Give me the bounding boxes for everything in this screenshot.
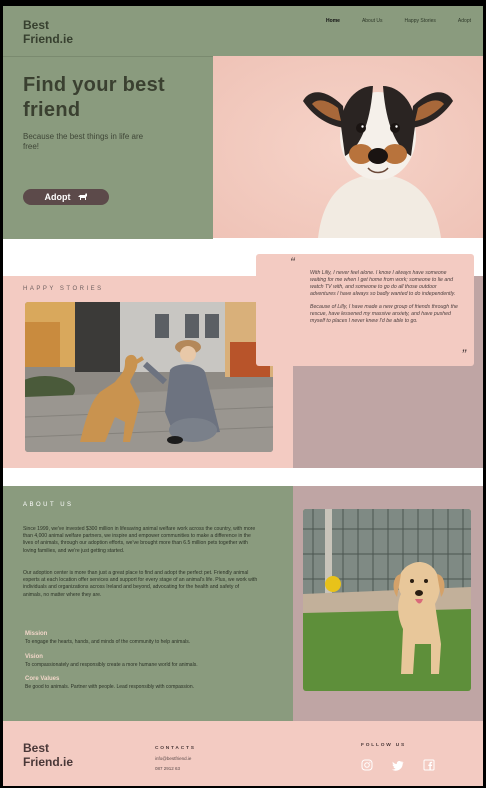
twitter-icon[interactable] xyxy=(392,759,404,771)
nav-adopt[interactable]: Adopt xyxy=(458,18,471,24)
nav-happy-stories[interactable]: Happy Stories xyxy=(405,18,436,24)
close-quote-icon: ” xyxy=(461,346,466,362)
hero-section: Find your best friend Because the best t… xyxy=(3,56,213,239)
core-values-text: Be good to animals. Partner with people.… xyxy=(25,684,194,690)
testimonial-card: “ With Lilly, I never feel alone. I know… xyxy=(256,254,474,366)
logo[interactable]: Best Friend.ie xyxy=(23,18,73,46)
terrier-dog-photo xyxy=(213,56,483,238)
hero-subtitle: Because the best things in life are free… xyxy=(23,132,144,151)
footer-logo[interactable]: Best Friend.ie xyxy=(23,741,73,769)
woman-high-five-dog-photo xyxy=(25,302,273,452)
testimonial-paragraph-2: Because of Lilly, I have made a new grou… xyxy=(310,304,458,324)
contact-phone[interactable]: 087 2912 63 xyxy=(155,766,180,771)
core-values-heading: Core Values xyxy=(25,676,60,682)
core-values-block: Core Values Be good to animals. Partner … xyxy=(25,676,265,690)
facebook-icon[interactable] xyxy=(423,759,435,771)
contact-email[interactable]: info@bestfriend.ie xyxy=(155,756,191,761)
mission-heading: Mission xyxy=(25,631,48,637)
golden-retriever-photo xyxy=(303,509,471,691)
contacts-title: CONTACTS xyxy=(155,746,196,751)
footer-logo-line2: Friend.ie xyxy=(23,755,74,769)
logo-line2: Friend.ie xyxy=(23,32,74,46)
adopt-button[interactable]: Adopt xyxy=(23,189,109,205)
hero-title: Find your best friend xyxy=(23,73,165,123)
logo-line1: Best xyxy=(23,18,50,32)
follow-us-title: FOLLOW US xyxy=(361,743,406,748)
testimonial-paragraph-1: With Lilly, I never feel alone. I know I… xyxy=(310,270,456,297)
nav-about-us[interactable]: About Us xyxy=(362,18,383,24)
open-quote-icon: “ xyxy=(290,254,295,270)
vision-block: Vision To compassionately and responsibl… xyxy=(25,654,265,668)
adopt-button-label: Adopt xyxy=(44,192,71,202)
main-nav: Home About Us Happy Stories Adopt xyxy=(304,18,471,24)
about-paragraph-2: Our adoption center is more than just a … xyxy=(23,570,258,598)
testimonial-text: With Lilly, I never feel alone. I know I… xyxy=(310,270,460,331)
mission-text: To engage the hearts, hands, and minds o… xyxy=(25,639,191,645)
footer-logo-line1: Best xyxy=(23,741,50,755)
hero-title-line1: Find your best xyxy=(23,74,165,96)
hero-image xyxy=(213,56,483,238)
about-us-title: ABOUT US xyxy=(23,502,74,508)
dog-icon xyxy=(77,193,87,200)
about-paragraph-1: Since 1999, we've invested $300 million … xyxy=(23,526,256,554)
story-photo xyxy=(25,302,273,452)
site-footer: Best Friend.ie CONTACTS info@bestfriend.… xyxy=(3,721,483,786)
about-image-panel xyxy=(293,486,483,721)
instagram-icon[interactable] xyxy=(361,759,373,771)
happy-stories-title: HAPPY STORIES xyxy=(23,286,104,292)
hero-title-line2: friend xyxy=(23,99,81,121)
site-header: Best Friend.ie Home About Us Happy Stori… xyxy=(3,6,483,56)
about-us-section: ABOUT US Since 1999, we've invested $300… xyxy=(3,486,293,721)
about-photo xyxy=(303,509,471,691)
nav-home[interactable]: Home xyxy=(326,18,340,24)
vision-heading: Vision xyxy=(25,654,43,660)
mission-block: Mission To engage the hearts, hands, and… xyxy=(25,631,265,645)
happy-stories-section: HAPPY STORIES xyxy=(3,276,293,468)
vision-text: To compassionately and responsibly creat… xyxy=(25,662,198,668)
page: Best Friend.ie Home About Us Happy Stori… xyxy=(3,6,483,786)
